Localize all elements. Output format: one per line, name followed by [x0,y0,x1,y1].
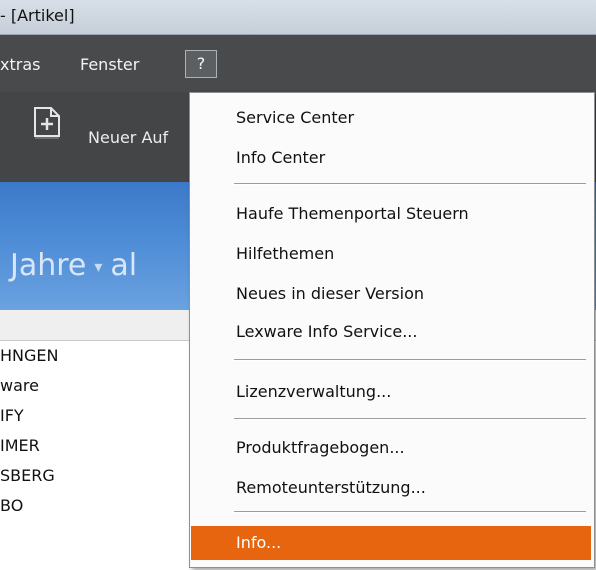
menu-item-hilfethemen[interactable]: Hilfethemen [190,237,594,271]
menu-extras[interactable]: xtras [0,52,40,78]
list-item[interactable]: SBERG [0,461,190,491]
menu-item-themenportal[interactable]: Haufe Themenportal Steuern [190,197,594,231]
menu-separator [234,183,586,185]
list-item[interactable]: BO [0,491,190,521]
menu-item-lizenzverwaltung[interactable]: Lizenzverwaltung... [190,375,594,409]
period-selector[interactable]: Jahre ▾ al [10,248,137,283]
menu-fenster[interactable]: Fenster [80,52,139,78]
period-label: Jahre [10,248,87,283]
menu-separator [234,359,586,361]
help-menu-dropdown: Service Center Info Center Haufe Themenp… [189,92,595,568]
title-bar: - [Artikel] [0,0,596,35]
list-item[interactable]: HNGEN [0,341,190,371]
menu-item-remoteunterstuetzung[interactable]: Remoteunterstützung... [190,471,594,505]
new-document-icon[interactable] [32,106,62,142]
menu-separator [234,511,586,513]
menu-help[interactable]: ? [185,50,217,78]
menu-item-produktfragebogen[interactable]: Produktfragebogen... [190,431,594,465]
menu-item-info[interactable]: Info... [191,526,591,560]
menu-item-info-center[interactable]: Info Center [190,141,594,175]
filter-label: al [110,248,138,283]
list-item[interactable]: IMER [0,431,190,461]
new-order-button[interactable]: Neuer Auf [88,128,168,147]
menu-item-neues-version[interactable]: Neues in dieser Version [190,277,594,311]
menu-item-service-center[interactable]: Service Center [190,101,594,135]
chevron-down-icon: ▾ [94,257,103,276]
menu-separator [234,418,586,420]
menu-item-info-service[interactable]: Lexware Info Service... [190,315,594,349]
menu-bar: xtras Fenster ? [0,35,596,92]
window-title: - [Artikel] [0,6,75,25]
list-item[interactable]: IFY [0,401,190,431]
item-list: HNGEN ware IFY IMER SBERG BO [0,341,190,521]
list-item[interactable]: ware [0,371,190,401]
